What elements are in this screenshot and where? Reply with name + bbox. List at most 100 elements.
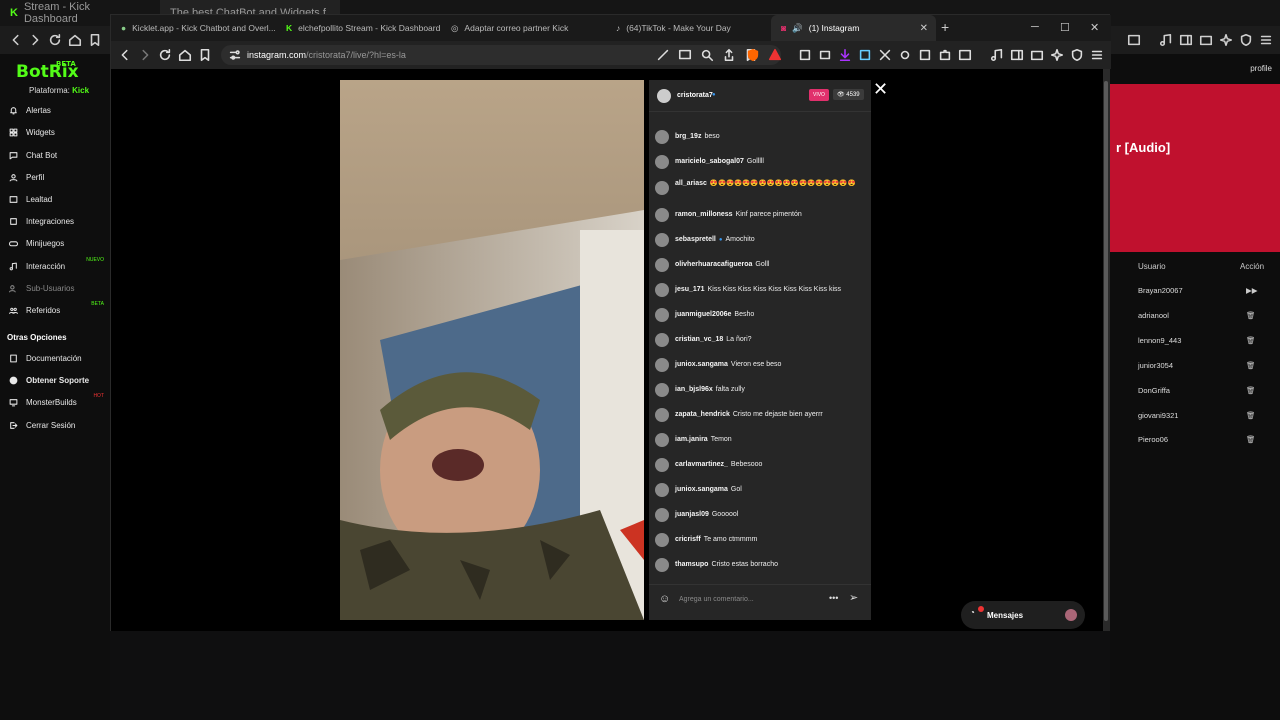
sidebar-item-integraciones[interactable]: Integraciones [8, 212, 108, 230]
no-track-icon[interactable] [655, 47, 671, 63]
menu-icon[interactable] [1258, 32, 1274, 48]
sidebar-item-lealtad[interactable]: Lealtad [8, 190, 108, 208]
extension-icon[interactable] [817, 47, 833, 63]
comment-user[interactable]: jesu_171 [675, 286, 705, 293]
avatar[interactable] [655, 258, 669, 272]
close-tab-icon[interactable]: ✕ [920, 23, 928, 34]
emoji-icon[interactable]: ☺ [659, 593, 670, 605]
close-live-icon[interactable]: ✕ [873, 79, 888, 100]
forward-icon[interactable] [137, 47, 153, 63]
screenshot-icon[interactable] [957, 47, 973, 63]
sidebar-item-documentacion[interactable]: Documentación [8, 349, 108, 367]
music-icon[interactable] [989, 47, 1005, 63]
comment-user[interactable]: sebaspretell [675, 236, 716, 243]
rewards-icon[interactable] [767, 47, 783, 63]
comment-user[interactable]: zapata_hendrick [675, 411, 730, 418]
comment-user[interactable]: carlavmartinez_ [675, 461, 728, 468]
trash-icon[interactable]: 🗑 [1246, 386, 1256, 395]
profile-link[interactable]: profile [1250, 64, 1272, 73]
extension-icon[interactable] [917, 47, 933, 63]
sidebar-item-widgets[interactable]: Widgets [8, 123, 108, 141]
skip-icon[interactable]: ▶▶ [1246, 286, 1258, 295]
comment-user[interactable]: cristian_vc_18 [675, 336, 723, 343]
extension-icon[interactable] [857, 47, 873, 63]
avatar[interactable] [655, 181, 669, 195]
avatar[interactable] [655, 308, 669, 322]
comment-user[interactable]: juniox.sangama [675, 486, 728, 493]
messages-button[interactable]: ◔ Mensajes [961, 601, 1085, 629]
sidebar-item-cerrar-sesion[interactable]: Cerrar Sesión [8, 416, 108, 434]
avatar[interactable] [655, 558, 669, 572]
share-icon[interactable] [721, 47, 737, 63]
extension-icon[interactable] [897, 47, 913, 63]
comment-input[interactable]: Agrega un comentario... [679, 596, 754, 603]
avatar[interactable] [655, 283, 669, 297]
avatar[interactable] [655, 433, 669, 447]
sparkle-icon[interactable] [1218, 32, 1234, 48]
screenshot-icon[interactable] [1126, 32, 1142, 48]
comment-user[interactable]: juniox.sangama [675, 361, 728, 368]
avatar[interactable] [655, 155, 669, 169]
avatar[interactable] [655, 208, 669, 222]
back-icon[interactable] [117, 47, 133, 63]
shield-icon[interactable] [1238, 32, 1254, 48]
comment-user[interactable]: juanmiguel2006e [675, 311, 731, 318]
reload-icon[interactable] [47, 32, 63, 48]
comment-user[interactable]: ramon_milloness [675, 211, 733, 218]
comment-user[interactable]: cricrisff [675, 536, 701, 543]
tab-kick-dashboard[interactable]: Kelchefpollito Stream - Kick Dashboard [276, 15, 441, 41]
sidebar-item-monsterbuilds[interactable]: MonsterBuilds HOT [8, 393, 108, 411]
sidebar-toggle-icon[interactable] [1009, 47, 1025, 63]
wallet-icon[interactable] [1029, 47, 1045, 63]
live-video[interactable] [340, 80, 644, 620]
bookmark-icon[interactable] [197, 47, 213, 63]
download-extension-icon[interactable] [837, 47, 853, 63]
tab-adaptar-correo[interactable]: ◎ Adaptar correo partner Kick [441, 15, 606, 41]
scrollbar-thumb[interactable] [1104, 81, 1108, 621]
pip-icon[interactable] [677, 47, 693, 63]
home-icon[interactable] [177, 47, 193, 63]
address-bar[interactable]: instagram.com/cristorata7/live/?hl=es-la [221, 45, 781, 65]
send-icon[interactable]: ➢ [849, 591, 858, 604]
trash-icon[interactable]: 🗑 [1246, 435, 1256, 444]
comment-user[interactable]: all_ariasc [675, 180, 707, 187]
brave-shield-icon[interactable] [745, 47, 761, 63]
comment-user[interactable]: ian_bjsl96x [675, 386, 713, 393]
comment-user[interactable]: maricielo_sabogal07 [675, 158, 744, 165]
trash-icon[interactable]: 🗑 [1246, 411, 1256, 420]
botrix-logo[interactable]: BotRix BETA [16, 60, 79, 82]
extension-icon[interactable] [797, 47, 813, 63]
more-options-icon[interactable]: ••• [829, 593, 838, 603]
sidebar-item-sub-usuarios[interactable]: Sub-Usuarios [8, 279, 108, 297]
avatar[interactable] [655, 533, 669, 547]
avatar[interactable] [655, 233, 669, 247]
avatar[interactable] [657, 89, 671, 103]
avatar[interactable] [655, 408, 669, 422]
close-window-icon[interactable]: ✕ [1090, 21, 1099, 34]
tab-instagram[interactable]: ◙ 🔊 (1) Instagram ✕ [771, 15, 936, 41]
trash-icon[interactable]: 🗑 [1246, 311, 1256, 320]
minimize-icon[interactable]: ─ [1031, 21, 1039, 33]
comment-user[interactable]: iam.janira [675, 436, 708, 443]
music-icon[interactable] [1158, 32, 1174, 48]
home-icon[interactable] [67, 32, 83, 48]
new-tab-icon[interactable]: + [941, 19, 949, 35]
comment-user[interactable]: brg_19z [675, 133, 701, 140]
bookmark-icon[interactable] [87, 32, 103, 48]
reload-icon[interactable] [157, 47, 173, 63]
page-scrollbar[interactable] [1103, 69, 1109, 631]
sidebar-item-perfil[interactable]: Perfil [8, 168, 108, 186]
extension-icon[interactable] [877, 47, 893, 63]
sidebar-item-minijuegos[interactable]: Minijuegos [8, 234, 108, 252]
maximize-icon[interactable]: ☐ [1060, 21, 1070, 34]
back-icon[interactable] [8, 32, 24, 48]
avatar[interactable] [655, 483, 669, 497]
puzzle-icon[interactable] [937, 47, 953, 63]
tab-tiktok[interactable]: ♪ (64)TikTok - Make Your Day [606, 15, 771, 41]
sidebar-item-chat-bot[interactable]: Chat Bot [8, 146, 108, 164]
menu-icon[interactable] [1089, 47, 1105, 63]
forward-icon[interactable] [27, 32, 43, 48]
avatar[interactable] [655, 383, 669, 397]
avatar[interactable] [655, 358, 669, 372]
sidebar-item-interaccion[interactable]: Interacción NUEVO [8, 257, 108, 275]
